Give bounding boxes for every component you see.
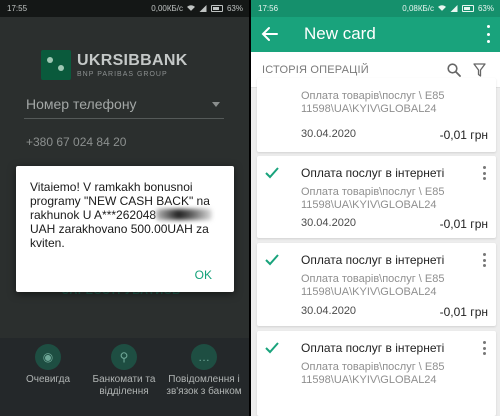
- login-screen: 17:55 0,00КБ/с 63% UKRSIBBANK BNP PARIBA…: [0, 0, 249, 416]
- transaction-card[interactable]: Оплата послуг в інтернеті Оплата товарів…: [257, 331, 496, 416]
- nav-label: Банкомати та відділення: [92, 374, 156, 397]
- nav-eyewitness[interactable]: ◉ Очевигда: [10, 344, 86, 386]
- transaction-description: Оплата товарів\послуг \ E85 11598\UA\KYI…: [301, 273, 448, 298]
- map-pin-icon: ⚲: [111, 344, 137, 370]
- back-arrow-icon[interactable]: [260, 24, 280, 44]
- check-icon: [265, 254, 279, 266]
- transaction-title: Оплата послуг в інтернеті: [301, 253, 445, 267]
- redacted-account: [156, 209, 213, 220]
- battery-level: 63%: [226, 4, 243, 13]
- bank-group: BNP PARIBAS GROUP: [77, 71, 168, 78]
- transaction-card[interactable]: Оплата послуг в інтернеті Оплата товарів…: [257, 156, 496, 238]
- transaction-amount: -0,01 грн: [439, 217, 488, 231]
- status-bar: 17:55 0,00КБ/с 63%: [0, 0, 249, 17]
- signal-icon: [450, 5, 458, 12]
- filter-icon[interactable]: [473, 63, 486, 77]
- network-speed: 0,08КБ/с: [402, 4, 434, 13]
- chevron-down-icon[interactable]: [212, 102, 220, 107]
- transaction-card[interactable]: Оплата послуг в інтернеті Оплата товарів…: [257, 243, 496, 326]
- app-bar: New card: [251, 17, 500, 52]
- transaction-title: Оплата послуг в інтернеті: [301, 341, 445, 355]
- transaction-description: Оплата товарів\послуг \ E85 11598\UA\KYI…: [301, 90, 448, 115]
- more-vert-icon[interactable]: [483, 341, 487, 355]
- network-speed: 0,00КБ/с: [151, 4, 183, 13]
- transaction-date: 30.04.2020: [301, 128, 357, 140]
- transaction-date: 30.04.2020: [301, 305, 357, 317]
- transaction-description: Оплата товарів\послуг \ E85 11598\UA\KYI…: [301, 361, 448, 386]
- more-vert-icon[interactable]: [483, 253, 487, 267]
- nav-label: Очевигда: [25, 374, 71, 385]
- status-time: 17:56: [258, 4, 279, 13]
- bonus-dialog: Vitaiemo! V ramkakh bonusnoi programy "N…: [16, 166, 234, 292]
- more-vert-icon[interactable]: [483, 166, 487, 180]
- more-vert-icon[interactable]: [485, 25, 491, 43]
- page-title: New card: [304, 24, 376, 43]
- phone-divider: [24, 118, 224, 119]
- status-bar: 17:56 0,08КБ/с 63%: [251, 0, 500, 17]
- phone-label[interactable]: Номер телефону: [26, 96, 137, 112]
- transaction-amount: -0,01 грн: [439, 128, 488, 142]
- status-time: 17:55: [7, 4, 28, 13]
- wifi-icon: [437, 5, 446, 11]
- transaction-title: Оплата послуг в інтернеті: [301, 166, 445, 180]
- nav-label: Повідомлення і зв'язок з банком: [166, 374, 242, 397]
- battery-level: 63%: [477, 4, 494, 13]
- history-title: ІСТОРІЯ ОПЕРАЦІЙ: [262, 64, 369, 76]
- signal-icon: [199, 5, 207, 12]
- ok-button[interactable]: OK: [195, 268, 212, 282]
- wifi-icon: [186, 5, 195, 11]
- chat-icon: …: [191, 344, 217, 370]
- battery-icon: [461, 5, 474, 12]
- bank-logo: UKRSIBBANK BNP PARIBAS GROUP: [41, 50, 188, 80]
- bank-name: UKRSIBBANK: [77, 52, 188, 69]
- location-icon: ◉: [35, 344, 61, 370]
- transaction-date: 30.04.2020: [301, 217, 357, 229]
- nav-messages[interactable]: … Повідомлення і зв'язок з банком: [166, 344, 242, 398]
- bank-logo-icon: [41, 50, 71, 80]
- dialog-message: Vitaiemo! V ramkakh bonusnoi programy "N…: [30, 180, 214, 250]
- transaction-amount: -0,01 грн: [439, 305, 488, 319]
- transaction-card[interactable]: Оплата товарів\послуг \ E85 11598\UA\KYI…: [257, 78, 496, 152]
- check-icon: [265, 342, 279, 354]
- card-history-screen: 17:56 0,08КБ/с 63% New card ІСТОРІЯ ОПЕР…: [251, 0, 500, 416]
- search-icon[interactable]: [447, 63, 461, 77]
- check-icon: [265, 167, 279, 179]
- transaction-description: Оплата товарів\послуг \ E85 11598\UA\KYI…: [301, 186, 448, 211]
- phone-input[interactable]: +380 67 024 84 20: [26, 135, 126, 149]
- nav-atms[interactable]: ⚲ Банкомати та відділення: [86, 344, 162, 398]
- battery-icon: [210, 5, 223, 12]
- bottom-nav: ◉ Очевигда ⚲ Банкомати та відділення … П…: [0, 338, 249, 416]
